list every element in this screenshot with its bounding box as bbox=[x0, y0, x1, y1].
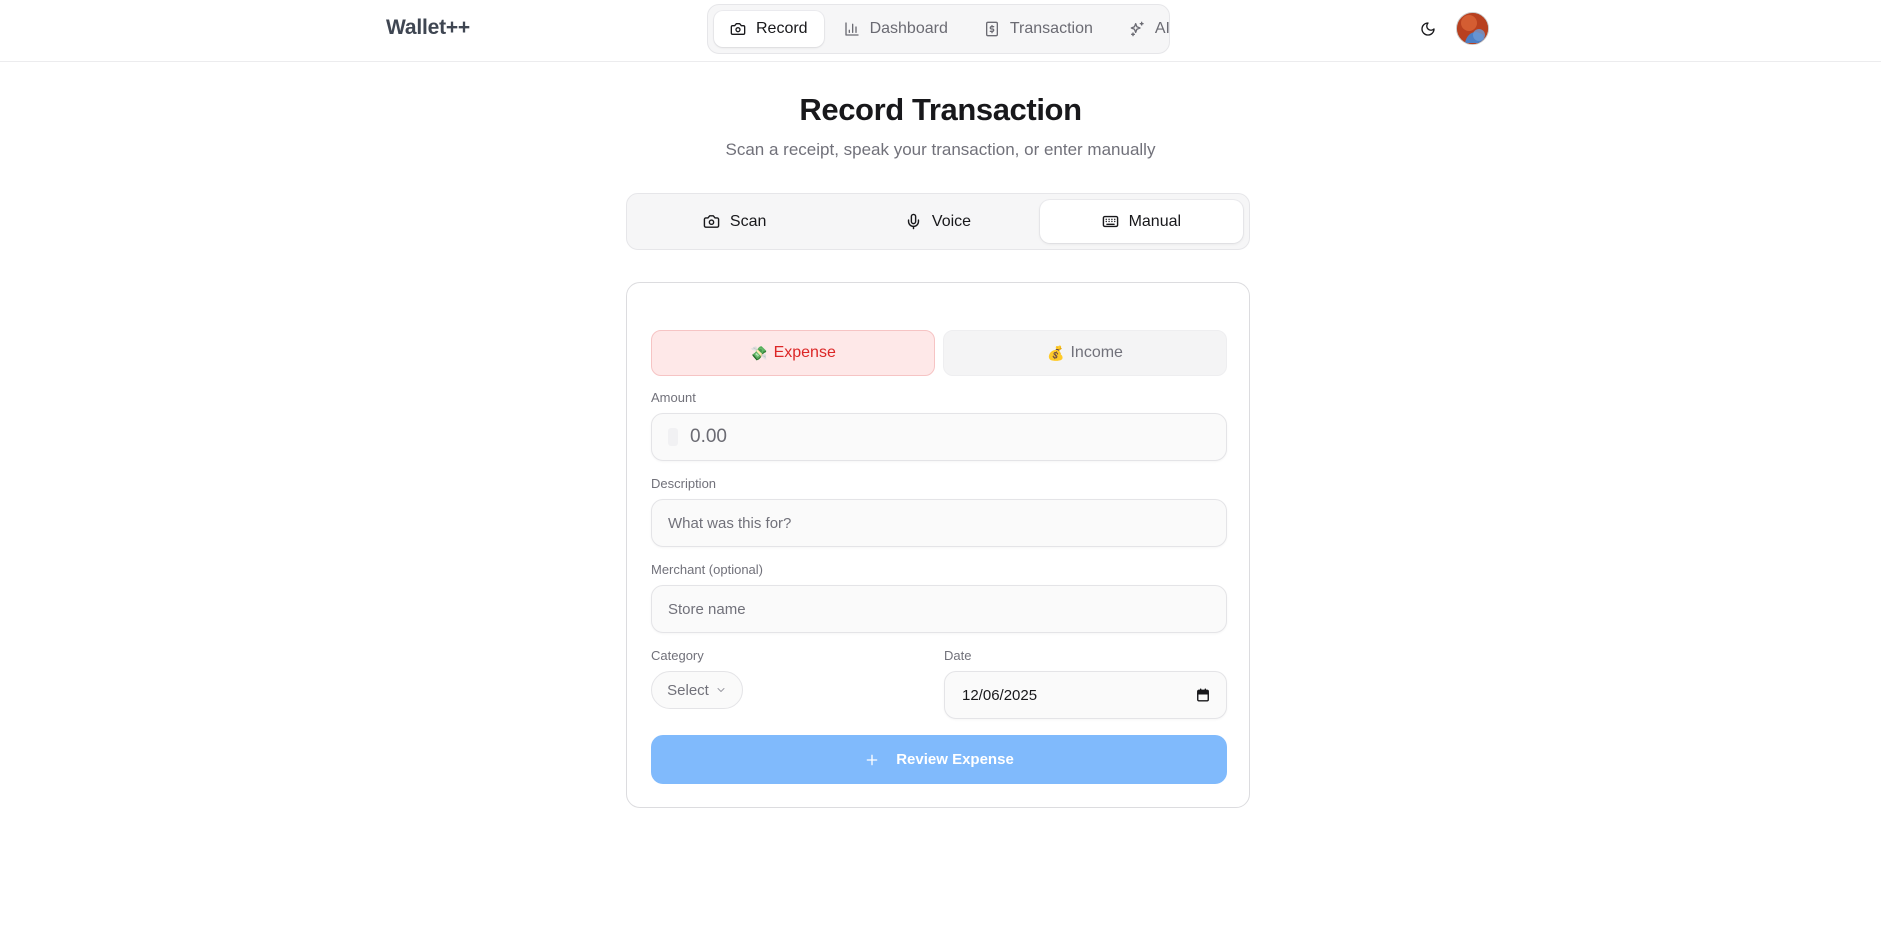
mode-tab-manual[interactable]: Manual bbox=[1039, 200, 1243, 243]
amount-field bbox=[651, 413, 1227, 461]
merchant-label: Merchant (optional) bbox=[651, 562, 763, 577]
top-header: Wallet++ Record Dashboard Transaction AI bbox=[0, 0, 1881, 62]
moon-icon bbox=[1421, 22, 1435, 36]
mode-tab-label: Manual bbox=[1128, 212, 1182, 230]
calendar-icon[interactable] bbox=[1196, 688, 1210, 702]
amount-label: Amount bbox=[651, 390, 696, 405]
expense-label: Expense bbox=[773, 344, 836, 361]
date-label: Date bbox=[944, 648, 972, 663]
date-input[interactable]: 12/06/2025 bbox=[944, 671, 1227, 719]
page-title: Record Transaction bbox=[799, 92, 1082, 127]
main-nav: Record Dashboard Transaction AI bbox=[707, 4, 1170, 54]
nav-tab-label: AI bbox=[1154, 20, 1170, 37]
mode-tab-label: Voice bbox=[931, 212, 972, 230]
merchant-field bbox=[651, 585, 1227, 633]
nav-tab-transaction[interactable]: Transaction bbox=[968, 11, 1109, 47]
mode-tab-voice[interactable]: Voice bbox=[836, 200, 1039, 243]
description-label: Description bbox=[651, 476, 717, 491]
description-input[interactable] bbox=[668, 514, 1210, 532]
income-toggle-button[interactable]: 💰 Income bbox=[943, 330, 1227, 376]
mode-tab-scan[interactable]: Scan bbox=[633, 200, 836, 243]
nav-tab-label: Dashboard bbox=[869, 20, 948, 37]
category-select-value: Select bbox=[667, 681, 709, 699]
category-select[interactable]: Select bbox=[651, 671, 743, 709]
chevron-down-icon bbox=[717, 688, 725, 692]
sparkles-icon bbox=[1130, 21, 1144, 37]
date-value: 12/06/2025 bbox=[962, 686, 1038, 704]
bar-chart-icon bbox=[844, 22, 859, 36]
currency-symbol bbox=[668, 428, 678, 446]
theme-toggle-button[interactable] bbox=[1415, 16, 1441, 42]
merchant-input[interactable] bbox=[668, 600, 1210, 618]
income-label: Income bbox=[1070, 344, 1123, 361]
nav-tab-label: Transaction bbox=[1009, 20, 1093, 37]
dollar-receipt-icon bbox=[985, 21, 998, 37]
description-field bbox=[651, 499, 1227, 547]
nav-tab-label: Record bbox=[756, 20, 808, 37]
page-subtitle: Scan a receipt, speak your transaction, … bbox=[725, 140, 1156, 159]
camera-icon bbox=[730, 23, 746, 35]
avatar[interactable] bbox=[1456, 12, 1489, 45]
transaction-type-toggle: 💸 Expense 💰 Income bbox=[651, 330, 1227, 376]
review-expense-label: Review Expense bbox=[896, 751, 1014, 768]
brand-logo[interactable]: Wallet++ bbox=[386, 16, 470, 40]
nav-tab-ai[interactable]: AI bbox=[1113, 11, 1186, 47]
category-label: Category bbox=[651, 648, 704, 663]
nav-tab-record[interactable]: Record bbox=[714, 11, 824, 47]
keyboard-icon bbox=[1102, 215, 1118, 228]
money-wings-icon: 💸 bbox=[750, 344, 768, 361]
camera-icon bbox=[703, 215, 720, 228]
expense-toggle-button[interactable]: 💸 Expense bbox=[651, 330, 935, 376]
plus-icon bbox=[866, 754, 878, 765]
avatar-image bbox=[1457, 13, 1488, 44]
input-mode-tabs: Scan Voice Manual bbox=[626, 193, 1250, 250]
money-bag-icon: 💰 bbox=[1047, 344, 1065, 361]
mode-tab-label: Scan bbox=[729, 212, 767, 230]
manual-entry-card: 💸 Expense 💰 Income Amount Description Me… bbox=[626, 282, 1250, 808]
amount-input[interactable] bbox=[678, 426, 1210, 448]
microphone-icon bbox=[907, 213, 920, 230]
nav-tab-dashboard[interactable]: Dashboard bbox=[828, 11, 964, 47]
review-expense-button[interactable]: Review Expense bbox=[651, 735, 1227, 784]
